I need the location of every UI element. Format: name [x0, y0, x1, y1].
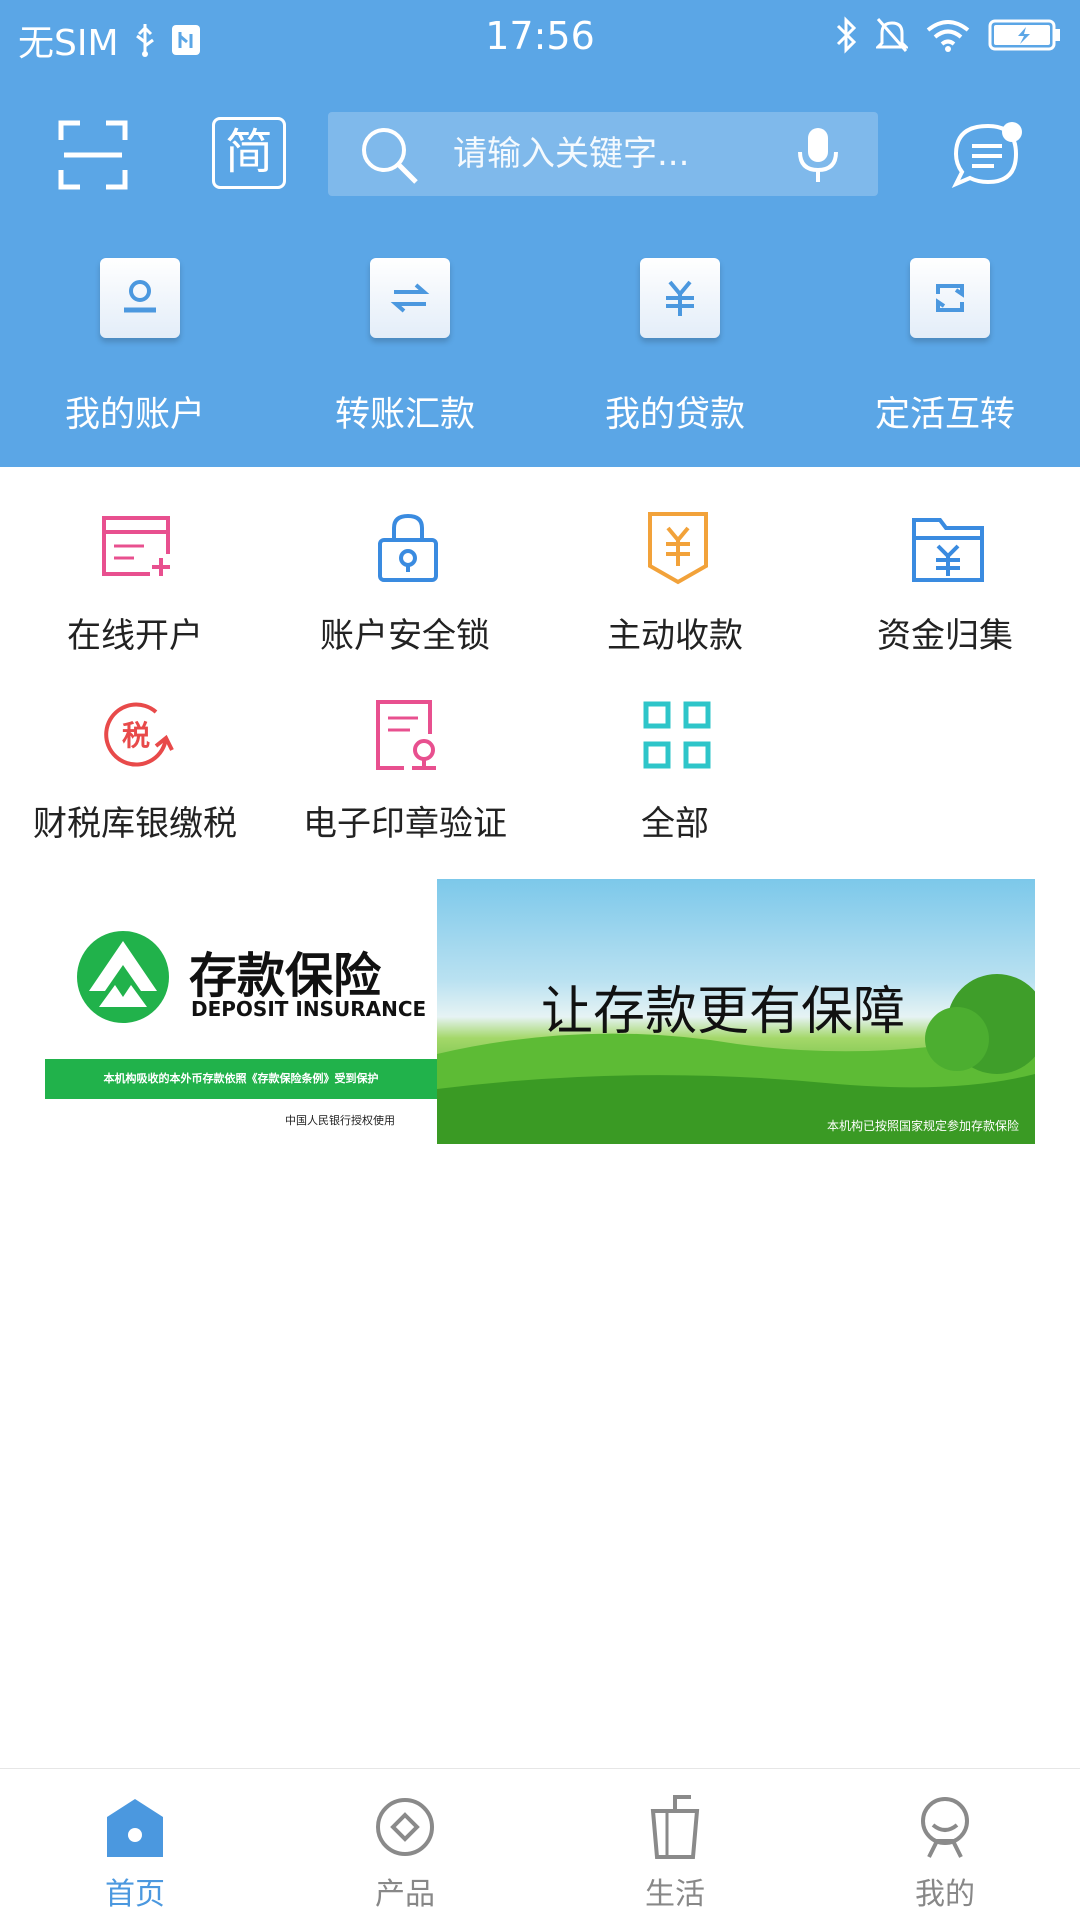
- tab-products[interactable]: 产品: [270, 1769, 540, 1921]
- quick-action-label: 我的贷款: [604, 395, 745, 435]
- message-button[interactable]: [950, 118, 1030, 192]
- quick-action-label: 转账汇款: [334, 395, 475, 435]
- wifi-icon: [926, 20, 970, 52]
- tab-label: 产品: [375, 1877, 435, 1912]
- battery-icon: [988, 19, 1060, 51]
- deposit-insurance-logo-icon: [77, 931, 169, 1023]
- service-label: 账户安全锁: [320, 616, 490, 656]
- service-security-lock[interactable]: 账户安全锁: [270, 510, 540, 670]
- tab-label: 生活: [645, 1877, 705, 1912]
- service-fund-pool[interactable]: 资金归集: [810, 510, 1080, 670]
- tax-icon: 税: [104, 702, 174, 767]
- banner-brand-subtitle: DEPOSIT INSURANCE: [191, 997, 427, 1021]
- security-lock-icon: [378, 513, 438, 582]
- service-collection[interactable]: 主动收款: [540, 510, 810, 670]
- life-icon: [650, 1795, 700, 1859]
- service-label: 主动收款: [607, 616, 743, 656]
- quick-action-deposit-switch[interactable]: 定活互转: [810, 258, 1080, 448]
- quick-action-transfer[interactable]: 转账汇款: [270, 258, 540, 448]
- search-input[interactable]: [453, 112, 773, 196]
- microphone-icon[interactable]: [796, 126, 840, 184]
- quick-action-tile: [370, 258, 450, 338]
- tab-mine[interactable]: 我的: [810, 1769, 1080, 1921]
- banner-authorized-text: 中国人民银行授权使用: [285, 1114, 395, 1127]
- profile-icon: [921, 1797, 969, 1858]
- quick-action-label: 定活互转: [874, 395, 1015, 435]
- service-open-account[interactable]: 在线开户: [0, 510, 270, 670]
- banner-footnote: 本机构已按照国家规定参加存款保险: [826, 1119, 1019, 1133]
- scan-icon: [58, 120, 128, 190]
- simple-mode-button[interactable]: 简: [212, 117, 286, 189]
- banner-landscape-panel: 让存款更有保障 本机构已按照国家规定参加存款保险: [437, 879, 1035, 1144]
- banner-brand-panel: 存款保险 DEPOSIT INSURANCE 本机构吸收的本外币存款依照《存款保…: [45, 879, 437, 1144]
- quick-action-label: 我的账户: [64, 395, 205, 435]
- service-tax-payment[interactable]: 税 财税库银缴税: [0, 698, 270, 858]
- open-account-icon: [102, 516, 172, 576]
- quick-action-loan[interactable]: 我的贷款: [540, 258, 810, 448]
- tab-label: 我的: [915, 1877, 975, 1912]
- service-label: 在线开户: [67, 616, 203, 656]
- home-icon: [107, 1799, 163, 1857]
- quick-action-tile: [640, 258, 720, 338]
- quick-action-tile: [100, 258, 180, 338]
- tab-home[interactable]: 首页: [0, 1769, 270, 1921]
- tab-life[interactable]: 生活: [540, 1769, 810, 1921]
- seal-verify-icon: [376, 700, 436, 770]
- service-label: 财税库银缴税: [33, 804, 237, 844]
- service-all[interactable]: 全部: [540, 698, 810, 858]
- fund-pool-icon: [912, 518, 984, 582]
- service-label: 资金归集: [877, 616, 1013, 656]
- banner-slogan: 让存款更有保障: [541, 982, 906, 1042]
- bluetooth-icon: [836, 16, 857, 54]
- scan-button[interactable]: [58, 120, 128, 190]
- search-icon: [362, 128, 418, 184]
- banner-brand-title: 存款保险: [189, 948, 382, 1004]
- deposit-insurance-banner[interactable]: 存款保险 DEPOSIT INSURANCE 本机构吸收的本外币存款依照《存款保…: [45, 879, 1035, 1144]
- service-seal-verify[interactable]: 电子印章验证: [270, 698, 540, 858]
- notifications-muted-icon: [876, 18, 908, 52]
- service-label: 全部: [641, 804, 709, 844]
- all-grid-icon: [643, 701, 711, 769]
- quick-action-my-account[interactable]: 我的账户: [0, 258, 270, 448]
- collection-icon: [648, 512, 708, 585]
- bottom-navigation: 首页 产品 生活 我的: [0, 1768, 1080, 1921]
- service-label: 电子印章验证: [303, 804, 507, 844]
- loan-icon: [666, 280, 694, 316]
- banner-protection-text: 本机构吸收的本外币存款依照《存款保险条例》受到保护: [45, 1059, 437, 1099]
- product-icon: [376, 1798, 434, 1856]
- deposit-switch-icon: [936, 284, 964, 312]
- svg-text:税: 税: [122, 719, 150, 752]
- quick-action-tile: [910, 258, 990, 338]
- transfer-icon: [390, 283, 430, 313]
- status-right: [834, 16, 1062, 54]
- account-icon: [124, 280, 156, 313]
- message-icon: [951, 122, 1022, 188]
- status-bar: 无SIM 17:56: [0, 0, 1080, 75]
- search-bar[interactable]: [328, 112, 878, 196]
- tab-label: 首页: [105, 1877, 165, 1912]
